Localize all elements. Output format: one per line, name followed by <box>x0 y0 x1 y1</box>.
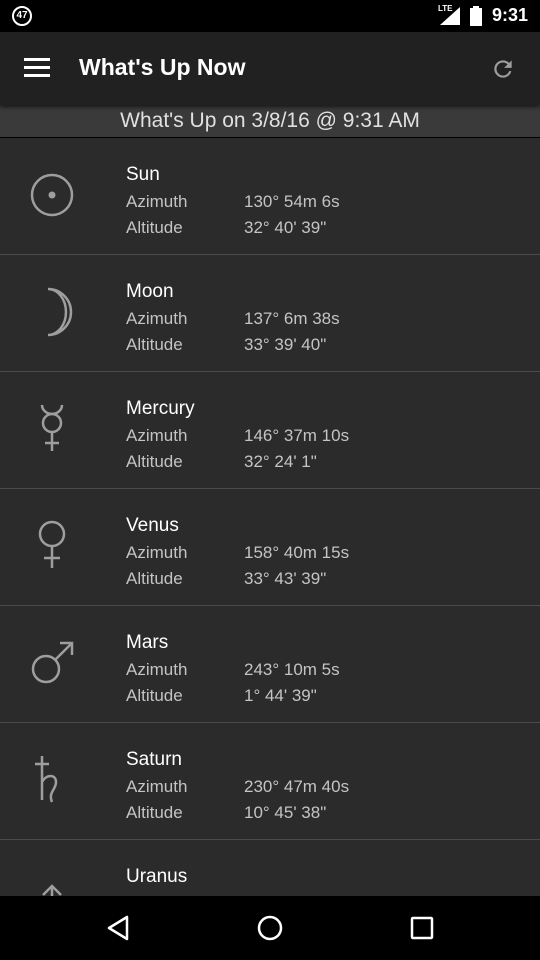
list-item-venus[interactable]: Venus Azimuth 158° 40m 15s Altitude 33° … <box>0 489 540 606</box>
altitude-label: Altitude <box>126 569 183 588</box>
home-icon[interactable] <box>252 910 288 946</box>
azimuth-label: Azimuth <box>126 777 188 796</box>
moon-symbol-icon <box>47 287 73 337</box>
altitude-label: Altitude <box>126 452 183 471</box>
back-icon[interactable] <box>100 910 136 946</box>
notification-count-badge: 47 <box>12 6 32 26</box>
body-name: Venus <box>126 515 179 536</box>
body-name: Saturn <box>126 749 182 770</box>
list-item-moon[interactable]: Moon Azimuth 137° 6m 38s Altitude 33° 39… <box>0 255 540 372</box>
azimuth-value: 230° 47m 40s <box>244 777 350 796</box>
celestial-body-list: Sun Azimuth 130° 54m 6s Altitude 32° 40'… <box>0 138 540 896</box>
altitude-value: 1° 44' 39" <box>244 686 317 705</box>
status-clock: 9:31 <box>491 5 528 25</box>
date-time-subheader: What's Up on 3/8/16 @ 9:31 AM <box>0 105 540 138</box>
app-bar: What's Up Now <box>0 32 540 105</box>
azimuth-value: 158° 40m 15s <box>244 543 350 562</box>
uranus-symbol-icon <box>42 884 62 896</box>
mars-symbol-icon <box>31 641 74 684</box>
body-name: Uranus <box>126 866 188 887</box>
body-name: Sun <box>126 164 160 185</box>
refresh-icon[interactable] <box>490 56 516 82</box>
altitude-label: Altitude <box>126 218 183 237</box>
azimuth-label: Azimuth <box>126 543 188 562</box>
azimuth-label: Azimuth <box>126 309 188 328</box>
saturn-symbol-icon <box>35 756 58 803</box>
battery-icon <box>470 6 482 26</box>
azimuth-value: 243° 10m 5s <box>244 660 340 679</box>
altitude-label: Altitude <box>126 803 183 822</box>
signal-icon <box>440 7 460 25</box>
sun-symbol-icon <box>30 173 74 217</box>
body-name: Mars <box>126 632 169 653</box>
list-item-mercury[interactable]: Mercury Azimuth 146° 37m 10s Altitude 32… <box>0 372 540 489</box>
venus-symbol-icon <box>38 520 66 568</box>
body-name: Moon <box>126 281 174 302</box>
altitude-value: 10° 45' 38" <box>244 803 327 822</box>
altitude-value: 32° 40' 39" <box>244 218 327 237</box>
altitude-value: 33° 39' 40" <box>244 335 327 354</box>
status-bar: 47 LTE 9:31 <box>0 0 540 32</box>
list-item-sun[interactable]: Sun Azimuth 130° 54m 6s Altitude 32° 40'… <box>0 138 540 255</box>
list-item-saturn[interactable]: Saturn Azimuth 230° 47m 40s Altitude 10°… <box>0 723 540 840</box>
altitude-label: Altitude <box>126 686 183 705</box>
azimuth-value: 146° 37m 10s <box>244 426 350 445</box>
hamburger-menu-icon[interactable] <box>24 58 50 78</box>
azimuth-value: 130° 54m 6s <box>244 192 340 211</box>
mercury-symbol-icon <box>40 404 64 451</box>
azimuth-label: Azimuth <box>126 192 188 211</box>
altitude-value: 33° 43' 39" <box>244 569 327 588</box>
altitude-label: Altitude <box>126 335 183 354</box>
azimuth-label: Azimuth <box>126 426 188 445</box>
altitude-value: 32° 24' 1" <box>244 452 317 471</box>
page-title: What's Up Now <box>79 54 246 80</box>
recents-icon[interactable] <box>404 910 440 946</box>
list-item-uranus[interactable]: Uranus Azimuth <box>0 840 540 896</box>
body-name: Mercury <box>126 398 195 419</box>
azimuth-label: Azimuth <box>126 660 188 679</box>
list-item-mars[interactable]: Mars Azimuth 243° 10m 5s Altitude 1° 44'… <box>0 606 540 723</box>
navigation-bar <box>0 896 540 960</box>
azimuth-value: 137° 6m 38s <box>244 309 340 328</box>
